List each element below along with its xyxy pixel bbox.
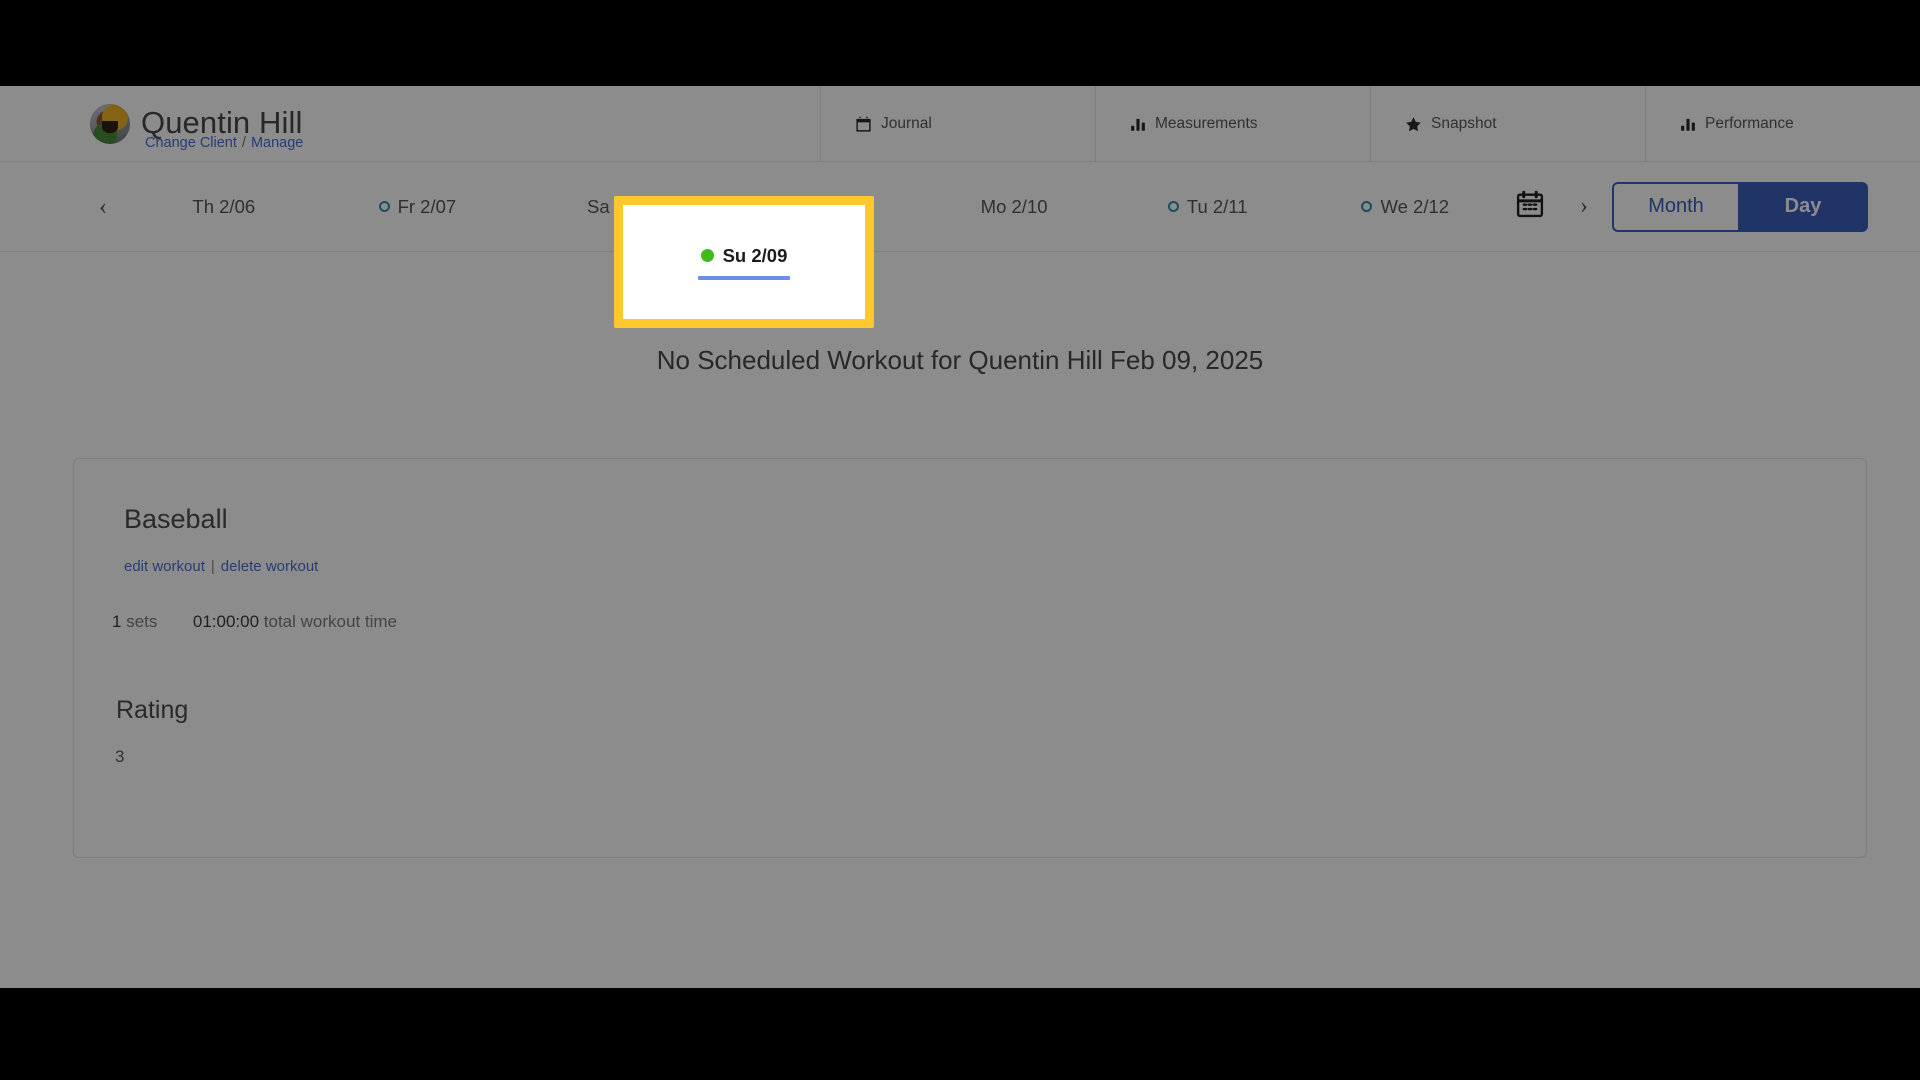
date-navigation-bar: ‹ Th 2/06 Fr 2/07 Sa 2/08 Su 2/09 [0,162,1920,252]
day-tab-th-206[interactable]: Th 2/06 [121,162,319,252]
app-header: Quentin Hill Change Client / Manage Journa… [0,86,1920,162]
nav-tab-performance[interactable]: Performance [1645,86,1920,162]
subnav-separator: / [241,135,246,151]
workout-title: Baseball [124,504,228,534]
spotlight-active-underline [698,275,790,280]
manage-link[interactable]: Manage [251,135,303,151]
nav-tab-measurements[interactable]: Measurements [1095,86,1370,162]
nav-tab-label: Measurements [1155,115,1258,132]
nav-tab-label: Journal [881,115,932,132]
day-marker-hollow-icon [1361,201,1373,212]
nav-tab-snapshot[interactable]: Snapshot [1370,86,1645,162]
day-tab-we-212[interactable]: We 2/12 [1306,162,1504,252]
primary-nav: Journal Measurements Snapshot Performanc… [820,86,1920,162]
previous-week-button[interactable]: ‹ [85,195,121,219]
workout-stats: 1 sets 01:00:00 total workout time [112,612,1866,632]
next-week-button[interactable]: › [1556,193,1612,220]
view-toggle-group: Month Day [1612,181,1920,232]
actions-separator: | [210,558,215,575]
day-tab-label: Fr 2/07 [397,195,457,217]
rating-heading: Rating [116,696,189,724]
workout-card: Baseball edit workout | delete workout 1 s… [73,458,1867,858]
day-tab-fr-207[interactable]: Fr 2/07 [319,162,517,252]
screen-root: Quentin Hill Change Client / Manage Journa… [0,0,1920,1080]
avatar [90,103,130,144]
day-marker-hollow-icon [378,201,390,212]
edit-workout-link[interactable]: edit workout [124,558,205,575]
client-subnav: Change Client / Manage [145,135,303,151]
total-time-value: 01:00:00 [192,612,260,631]
sets-value: 1 [112,612,122,631]
day-tab-label: Tu 2/11 [1186,195,1248,217]
calendar-check-icon [855,116,872,133]
day-view-button[interactable]: Day [1740,181,1868,232]
day-tab-label: We 2/12 [1380,195,1450,217]
month-view-button[interactable]: Month [1612,181,1740,232]
spotlight-day-label: Su 2/09 [722,244,788,266]
bar-chart-icon [1130,117,1146,132]
bar-chart-icon [1680,117,1696,132]
day-marker-filled-icon [700,249,714,262]
day-tab-label: Th 2/06 [192,195,256,217]
spotlight-label-row: Su 2/09 [700,244,788,267]
workout-actions: edit workout | delete workout [124,558,1866,575]
application-viewport: Quentin Hill Change Client / Manage Journa… [0,86,1920,988]
star-icon [1405,116,1422,133]
nav-tab-journal[interactable]: Journal [820,86,1095,162]
calendar-picker-button[interactable] [1504,189,1556,224]
spotlight-day-tab-su-209[interactable]: Su 2/09 [623,205,865,319]
nav-tab-label: Snapshot [1431,115,1497,132]
change-client-link[interactable]: Change Client [145,135,237,151]
spotlight-highlight-frame: Su 2/09 [614,196,874,328]
delete-workout-link[interactable]: delete workout [221,558,319,575]
nav-tab-label: Performance [1705,115,1794,132]
sets-label: sets [126,612,158,631]
day-tab-mo-210[interactable]: Mo 2/10 [911,162,1109,252]
day-marker-hollow-icon [1167,201,1179,212]
client-identity-block[interactable]: Quentin Hill [0,86,820,161]
day-tab-label: Mo 2/10 [980,195,1048,217]
rating-value: 3 [115,747,125,766]
page-title: No Scheduled Workout for Quentin Hill Fe… [656,345,1264,375]
calendar-icon [1515,189,1545,224]
total-time-label: total workout time [263,612,398,631]
day-tab-tu-211[interactable]: Tu 2/11 [1109,162,1307,252]
